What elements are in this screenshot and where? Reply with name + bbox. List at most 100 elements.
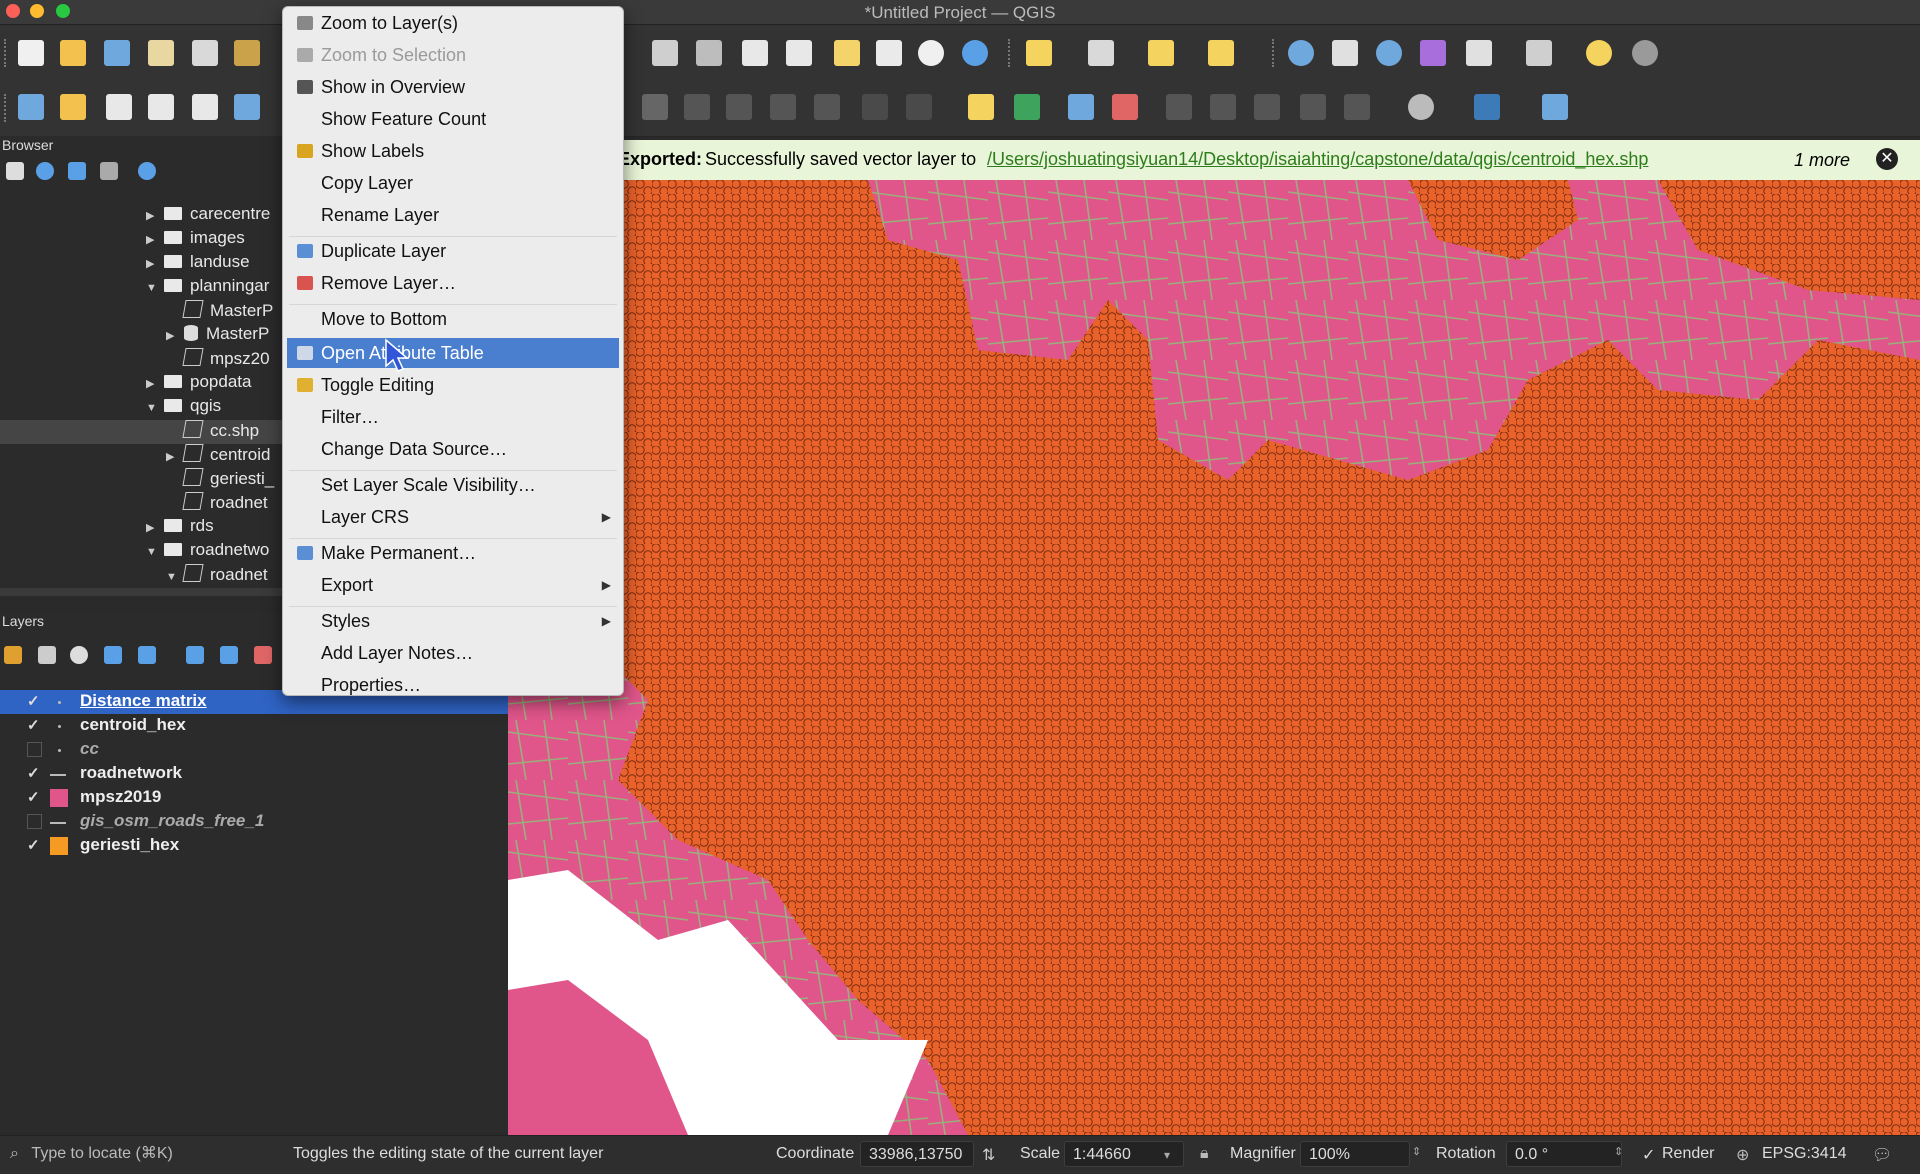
- browser-item[interactable]: geriesti_: [166, 468, 274, 492]
- label-tool-icon[interactable]: [968, 94, 994, 120]
- new-layer-icon[interactable]: [60, 94, 86, 120]
- chevron-down-icon[interactable]: ▼: [146, 546, 160, 558]
- new-3d-view-icon[interactable]: [786, 40, 812, 66]
- menu-item-zoom-to-layer-s[interactable]: Zoom to Layer(s): [287, 8, 619, 38]
- browser-item[interactable]: cc.shp: [0, 420, 282, 444]
- refresh-icon[interactable]: [962, 40, 988, 66]
- select-by-value-icon[interactable]: [1088, 40, 1114, 66]
- menu-item-set-layer-scale-visibility[interactable]: Set Layer Scale Visibility…: [287, 470, 619, 500]
- delete-selected-icon[interactable]: [684, 94, 710, 120]
- browser-item[interactable]: roadnet: [166, 492, 268, 516]
- menu-item-make-permanent[interactable]: Make Permanent…: [287, 538, 619, 568]
- rotate-label-icon[interactable]: [1210, 94, 1236, 120]
- browser-item[interactable]: ▶ MasterP: [166, 324, 269, 348]
- toolbar-handle[interactable]: [4, 94, 8, 122]
- menu-item-properties[interactable]: Properties…: [287, 670, 619, 700]
- zoom-layer-tool-icon[interactable]: [652, 40, 678, 66]
- toolbar-handle[interactable]: [4, 39, 8, 67]
- chevron-right-icon[interactable]: ▶: [166, 329, 180, 342]
- statistics-sigma-icon[interactable]: [1420, 40, 1446, 66]
- browser-item[interactable]: ▶ landuse: [146, 252, 250, 276]
- browser-item[interactable]: ▶ images: [146, 228, 245, 252]
- menu-item-show-labels[interactable]: Show Labels: [287, 136, 619, 166]
- digitize-line-icon[interactable]: [148, 94, 174, 120]
- chevron-right-icon[interactable]: ▶: [146, 521, 160, 534]
- new-project-icon[interactable]: [18, 40, 44, 66]
- chevron-right-icon[interactable]: ▶: [166, 450, 180, 463]
- attribute-table-icon[interactable]: [1466, 40, 1492, 66]
- filter-legend-icon[interactable]: [104, 646, 122, 664]
- digitize-polygon-icon[interactable]: [192, 94, 218, 120]
- vertex-tool-icon[interactable]: [234, 94, 260, 120]
- manage-map-themes-icon[interactable]: [70, 646, 88, 664]
- magnifier-stepper-icon[interactable]: ⇕: [1412, 1145, 1421, 1158]
- layer-item[interactable]: ✓ geriesti_hex: [0, 834, 508, 858]
- menu-item-show-in-overview[interactable]: Show in Overview: [287, 72, 619, 102]
- deselect-icon[interactable]: [1148, 40, 1174, 66]
- layout-manager-icon[interactable]: [192, 40, 218, 66]
- help-icon[interactable]: [1542, 94, 1568, 120]
- layer-visibility-checkbox[interactable]: ✓: [27, 718, 42, 733]
- data-source-manager-icon[interactable]: [18, 94, 44, 120]
- menu-item-toggle-editing[interactable]: Toggle Editing: [287, 370, 619, 400]
- new-map-view-icon[interactable]: [742, 40, 768, 66]
- move-diagram-icon[interactable]: [1300, 94, 1326, 120]
- settings-gear-icon[interactable]: [1376, 40, 1402, 66]
- menu-item-duplicate-layer[interactable]: Duplicate Layer: [287, 236, 619, 266]
- layer-item[interactable]: cc: [0, 738, 508, 762]
- diagram-tool-icon[interactable]: [1014, 94, 1040, 120]
- browser-item[interactable]: ▼ roadnet: [166, 564, 268, 584]
- show-bookmarks-icon[interactable]: [876, 40, 902, 66]
- messages-icon[interactable]: 💬︎: [1872, 1145, 1892, 1165]
- rotation-field[interactable]: 0.0 °: [1506, 1141, 1622, 1167]
- zoom-selection-tool-icon[interactable]: [696, 40, 722, 66]
- pin-labels-icon[interactable]: [1068, 94, 1094, 120]
- menu-item-styles[interactable]: Styles ▶: [287, 606, 619, 636]
- identify-icon[interactable]: [1288, 40, 1314, 66]
- menu-item-export[interactable]: Export ▶: [287, 570, 619, 600]
- menu-item-open-attribute-table[interactable]: Open Attribute Table: [287, 338, 619, 368]
- browser-item[interactable]: ▶ popdata: [146, 372, 251, 396]
- browser-item[interactable]: ▶ rds: [146, 516, 214, 540]
- collapse-all-layers-icon[interactable]: [220, 646, 238, 664]
- layer-visibility-checkbox[interactable]: ✓: [27, 838, 42, 853]
- layer-item[interactable]: ✓ mpsz2019: [0, 786, 508, 810]
- menu-item-move-to-bottom[interactable]: Move to Bottom: [287, 304, 619, 334]
- chevron-right-icon[interactable]: ▶: [146, 209, 160, 222]
- menu-item-change-data-source[interactable]: Change Data Source…: [287, 434, 619, 464]
- message-close-icon[interactable]: ✕: [1876, 148, 1898, 170]
- layer-item[interactable]: gis_osm_roads_free_1: [0, 810, 508, 834]
- chevron-right-icon[interactable]: ▶: [146, 377, 160, 390]
- cut-icon[interactable]: [726, 94, 752, 120]
- edit-tool-icon[interactable]: [642, 94, 668, 120]
- layer-item[interactable]: ✓ roadnetwork: [0, 762, 508, 786]
- browser-item[interactable]: ▼ roadnetwo: [146, 540, 269, 564]
- print-layout-icon[interactable]: [148, 40, 174, 66]
- show-hide-labels-icon[interactable]: [1112, 94, 1138, 120]
- move-label-icon[interactable]: [1166, 94, 1192, 120]
- message-more[interactable]: 1 more: [1794, 150, 1850, 171]
- undo-icon[interactable]: [862, 94, 888, 120]
- browser-item[interactable]: ▶ carecentre: [146, 204, 270, 228]
- locate-box[interactable]: ⌕ Type to locate (⌘K): [2, 1141, 280, 1167]
- map-tips-icon[interactable]: [1586, 40, 1612, 66]
- map-canvas[interactable]: [508, 180, 1920, 1135]
- chevron-right-icon[interactable]: ▶: [146, 257, 160, 270]
- toggle-extents-icon[interactable]: ⇅: [982, 1145, 995, 1165]
- filter-by-expression-icon[interactable]: [138, 646, 156, 664]
- browser-item[interactable]: MasterP: [166, 300, 273, 324]
- bookmark-icon[interactable]: [834, 40, 860, 66]
- menu-item-remove-layer[interactable]: Remove Layer…: [287, 268, 619, 298]
- layer-visibility-checkbox[interactable]: ✓: [27, 790, 42, 805]
- magnifier-field[interactable]: 100%: [1300, 1141, 1410, 1167]
- layer-visibility-checkbox[interactable]: [27, 814, 42, 829]
- measure-icon[interactable]: [1526, 40, 1552, 66]
- layer-visibility-checkbox[interactable]: ✓: [27, 694, 42, 709]
- python-icon[interactable]: [1474, 94, 1500, 120]
- rotation-stepper-icon[interactable]: ⇕: [1614, 1145, 1623, 1158]
- style-manager-icon[interactable]: [234, 40, 260, 66]
- paste-icon[interactable]: [814, 94, 840, 120]
- lock-scale-icon[interactable]: 🔒︎: [1200, 1145, 1209, 1163]
- change-diagram-icon[interactable]: [1344, 94, 1370, 120]
- processing-gear-icon[interactable]: [1632, 40, 1658, 66]
